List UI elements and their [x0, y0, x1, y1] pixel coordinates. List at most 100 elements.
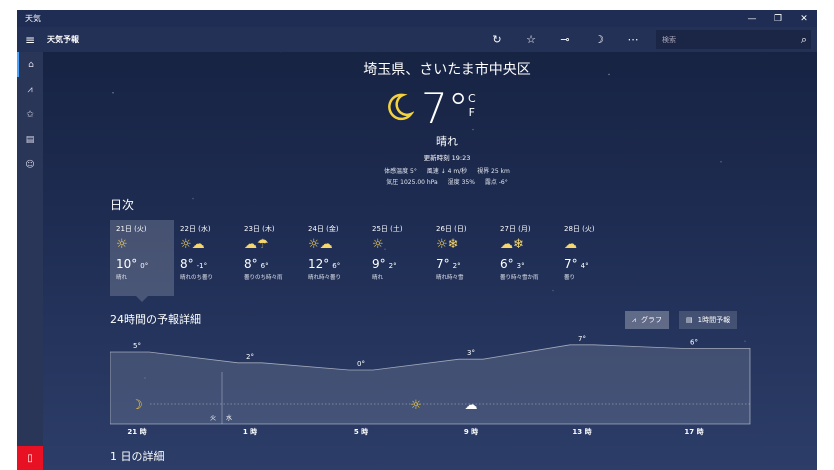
day-low: 4° — [580, 262, 589, 270]
day-date: 21日 (火) — [116, 225, 147, 233]
hourly-heading: 24時間の予報詳細 — [110, 313, 201, 326]
unit-fahrenheit[interactable]: F — [468, 106, 476, 120]
day-low: -1° — [196, 262, 208, 270]
menu-icon[interactable]: ≡ — [17, 27, 43, 52]
day-condition: 晴れ時々雪 — [436, 275, 464, 281]
dew-point: 露点 -6° — [484, 179, 508, 186]
day-weather-icon: ☁☂ — [244, 237, 269, 252]
day-high: 6° — [500, 257, 514, 271]
day-tile[interactable]: 21日 (火) ☼ 10° 0° 晴れ — [110, 220, 174, 302]
hourly-view-button[interactable]: ▤ 1時間予報 — [679, 311, 738, 329]
app-bar: ≡ 天気予報 ↻ ☆ ⊸ ☽ ⋯ 検索 ⌕ — [17, 27, 817, 52]
search-icon[interactable]: ⌕ — [801, 33, 811, 47]
hour-temp-label: 5° — [133, 342, 141, 350]
hour-time-label: 5 時 — [354, 427, 368, 436]
day-date: 25日 (土) — [372, 225, 403, 233]
updated-time: 更新時刻 19:23 — [423, 154, 471, 162]
day-label-left: 火 — [210, 415, 216, 422]
day-low: 2° — [388, 262, 397, 270]
day-tile[interactable]: 24日 (金) ☼☁ 12° 6° 晴れ時々曇り — [302, 220, 366, 296]
nav-life-icon[interactable]: ☺ — [17, 152, 43, 177]
unit-toggle: C F — [468, 92, 476, 120]
hourly-temperature-graph: 火 水 5° 21 時 2° 1 時 0° 5 時 3° 9 時 7° 13 時 6° 17 時 ☽ ☼ ☁ — [110, 335, 751, 436]
day-temps: 12° 6° — [308, 257, 360, 271]
pressure: 気圧 1025.00 hPa — [386, 179, 438, 186]
unit-celsius[interactable]: C — [468, 92, 476, 106]
hour-condition-icon: ☽ — [131, 398, 143, 413]
close-button[interactable]: ✕ — [791, 10, 817, 27]
day-weather-icon: ☼❄ — [436, 237, 459, 252]
day-temps: 9° 2° — [372, 257, 424, 271]
day-high: 12° — [308, 257, 330, 271]
location-label: 埼玉県、さいたま市中央区 — [363, 62, 531, 78]
day-temps: 6° 3° — [500, 257, 552, 271]
hour-temp-label: 6° — [690, 338, 698, 346]
feedback-icon[interactable]: ▯ — [17, 446, 43, 470]
nav-chart-icon[interactable]: ⩘ — [17, 77, 43, 102]
day-tile[interactable]: 22日 (水) ☼☁ 8° -1° 晴れのち曇り — [174, 220, 238, 296]
maximize-button[interactable]: ❐ — [765, 10, 791, 27]
hour-time-label: 1 時 — [243, 427, 257, 436]
day-high: 8° — [180, 257, 194, 271]
day-low: 2° — [452, 262, 461, 270]
day-weather-icon: ☼☁ — [180, 237, 205, 252]
day-temps: 7° 4° — [564, 257, 616, 271]
hour-temp-label: 2° — [246, 353, 254, 361]
hour-temp-label: 3° — [467, 349, 475, 357]
hour-time-label: 13 時 — [572, 427, 591, 436]
day-condition: 晴れ時々曇り — [308, 275, 342, 281]
day-date: 27日 (月) — [500, 225, 531, 233]
day-tile[interactable]: 25日 (土) ☼ 9° 2° 晴れ — [366, 220, 430, 296]
hour-temp-label: 7° — [578, 335, 586, 343]
graph-button-label: グラフ — [640, 316, 662, 324]
favorite-icon[interactable]: ☆ — [514, 27, 548, 52]
day-date: 22日 (水) — [180, 225, 211, 233]
day-date: 28日 (火) — [564, 225, 595, 233]
day-condition: 晴れ — [116, 275, 128, 281]
daily-heading: 日次 — [110, 198, 135, 212]
hour-condition-icon: ☁ — [465, 398, 478, 413]
hour-condition-icon: ☼ — [410, 398, 422, 413]
day-temps: 7° 2° — [436, 257, 488, 271]
day-low: 0° — [140, 262, 149, 270]
day-temps: 8° -1° — [180, 257, 232, 271]
day-tile[interactable]: 27日 (月) ☁❄ 6° 3° 曇り時々雪か雨 — [494, 220, 558, 296]
window-title: 天気 — [25, 14, 41, 23]
day-weather-icon: ☼☁ — [308, 237, 333, 252]
nav-news-icon[interactable]: ▤ — [17, 127, 43, 152]
day-weather-icon: ☼ — [116, 237, 128, 252]
day-weather-icon: ☁❄ — [500, 237, 524, 252]
day-low: 3° — [516, 262, 525, 270]
day-high: 9° — [372, 257, 386, 271]
day-label-right: 水 — [226, 414, 232, 422]
nav-favorites-icon[interactable]: ✩ — [17, 102, 43, 127]
hour-time-label: 21 時 — [127, 427, 146, 436]
search-placeholder: 検索 — [662, 35, 676, 44]
moon-icon[interactable]: ☽ — [582, 27, 616, 52]
current-details: 体感温度 5° 風速 ↓ 4 m/秒 視界 25 km 気圧 1025.00 h… — [317, 166, 577, 188]
day-high: 7° — [436, 257, 450, 271]
day-tile[interactable]: 26日 (日) ☼❄ 7° 2° 晴れ時々雪 — [430, 220, 494, 296]
day-low: 6° — [332, 262, 341, 270]
day-condition: 晴れ — [372, 275, 384, 281]
pin-icon[interactable]: ⊸ — [548, 27, 582, 52]
current-condition: 晴れ — [436, 135, 458, 148]
left-nav-rail: ⌂ ⩘ ✩ ▤ ☺ ▯ — [17, 52, 43, 470]
day-temps: 10° 0° — [116, 257, 168, 271]
day-tile[interactable]: 23日 (木) ☁☂ 8° 6° 曇りのち時々雨 — [238, 220, 302, 296]
day-tile[interactable]: 28日 (火) ☁ 7° 4° 曇り — [558, 220, 622, 296]
more-icon[interactable]: ⋯ — [616, 27, 650, 52]
day-high: 7° — [564, 257, 578, 271]
day-low: 6° — [260, 262, 269, 270]
day-high: 8° — [244, 257, 258, 271]
search-input[interactable]: 検索 ⌕ — [656, 30, 811, 49]
graph-view-button[interactable]: ⩘ グラフ — [625, 311, 669, 329]
day-weather-icon: ☁ — [564, 237, 577, 252]
day-high: 10° — [116, 257, 138, 271]
daily-forecast-list: 21日 (火) ☼ 10° 0° 晴れ 22日 (水) ☼☁ 8° -1° 晴れのち曇り 23日 (… — [110, 220, 622, 302]
minimize-button[interactable]: — — [739, 10, 765, 27]
day-condition: 晴れのち曇り — [180, 275, 214, 281]
nav-home-icon[interactable]: ⌂ — [17, 52, 43, 77]
refresh-icon[interactable]: ↻ — [480, 27, 514, 52]
day-condition: 曇りのち時々雨 — [244, 275, 283, 281]
